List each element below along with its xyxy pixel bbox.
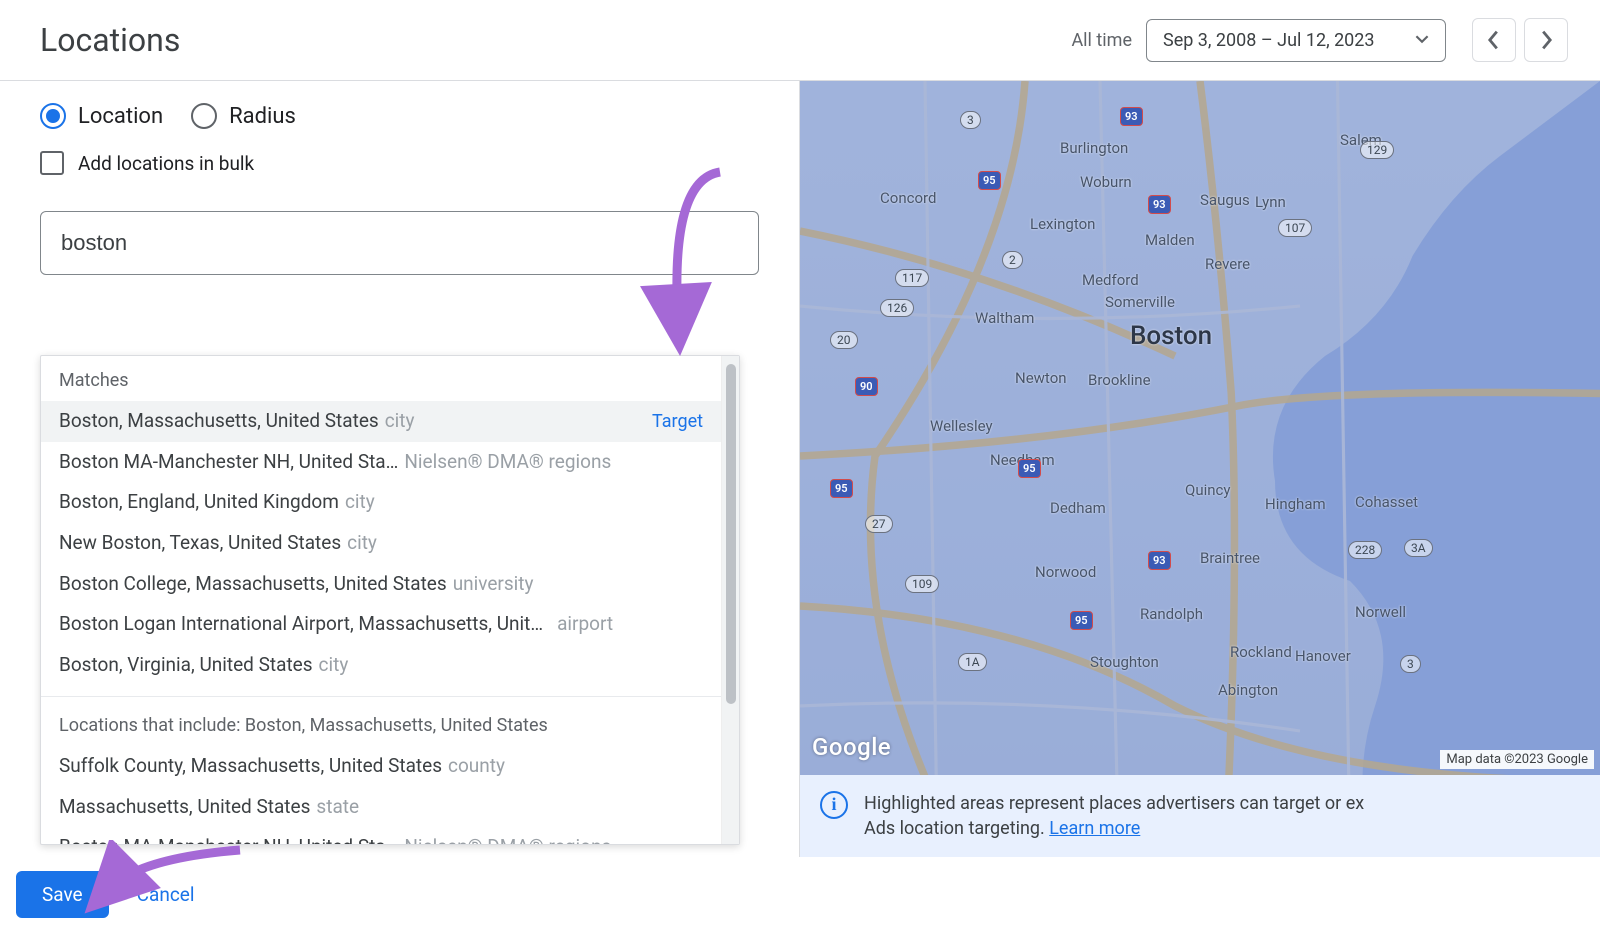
route-shield: 129: [1360, 141, 1394, 159]
route-shield: 95: [830, 479, 853, 498]
google-logo: Google: [812, 733, 891, 761]
location-search-box[interactable]: [40, 211, 759, 275]
route-shield: 2: [1002, 251, 1023, 269]
page-title: Locations: [40, 21, 1071, 59]
map-city-label: Norwell: [1355, 603, 1406, 621]
suggestion-item[interactable]: Boston, Massachusetts, United States cit…: [41, 401, 721, 442]
map-city-label: Lexington: [1030, 215, 1095, 233]
map-city-label: Newton: [1015, 369, 1067, 387]
location-search-input[interactable]: [61, 230, 738, 256]
map-city-label: Rockland: [1230, 643, 1292, 661]
route-shield: 95: [978, 171, 1001, 190]
map-city-label: Abington: [1218, 681, 1278, 699]
info-text: Highlighted areas represent places adver…: [864, 793, 1364, 814]
map-city-label: Hanover: [1295, 647, 1351, 665]
date-range-picker[interactable]: Sep 3, 2008 – Jul 12, 2023: [1146, 19, 1446, 62]
footer: Save Cancel: [0, 857, 1600, 938]
map-city-label: Lynn: [1255, 193, 1286, 211]
dropdown-scrollbar[interactable]: [721, 356, 739, 844]
map-city-label: Revere: [1205, 255, 1250, 273]
map-city-label: Malden: [1145, 231, 1195, 249]
route-shield: 107: [1278, 219, 1312, 237]
radio-radius-label: Radius: [229, 104, 296, 129]
map-city-label: Norwood: [1035, 563, 1096, 581]
route-shield: 93: [1148, 195, 1171, 214]
target-action[interactable]: Target: [652, 410, 703, 433]
date-range-text: Sep 3, 2008 – Jul 12, 2023: [1163, 30, 1375, 51]
map-city-label: Concord: [880, 189, 936, 207]
caret-down-icon: [1415, 30, 1429, 51]
suggestion-item[interactable]: Suffolk County, Massachusetts, United St…: [41, 746, 721, 787]
map-city-label: Randolph: [1140, 605, 1203, 623]
radio-radius[interactable]: Radius: [191, 103, 296, 129]
suggestion-item[interactable]: Boston MA-Manchester NH, United Sta… Nie…: [41, 827, 721, 844]
matches-header: Matches: [41, 356, 721, 401]
bulk-checkbox[interactable]: Add locations in bulk: [40, 151, 759, 175]
suggestion-item[interactable]: Massachusetts, United States state: [41, 787, 721, 828]
includes-header: Locations that include: Boston, Massachu…: [41, 701, 721, 746]
map-attribution: Map data ©2023 Google: [1440, 750, 1594, 769]
map-city-label: Woburn: [1080, 173, 1132, 191]
suggestion-item[interactable]: Boston College, Massachusetts, United St…: [41, 564, 721, 605]
prev-button[interactable]: [1472, 18, 1516, 62]
route-shield: 3: [1400, 655, 1421, 673]
route-shield: 228: [1348, 541, 1382, 559]
map-city-label: Brookline: [1088, 371, 1151, 389]
suggestion-item[interactable]: Boston, Virginia, United States city: [41, 645, 721, 686]
map-label-main: Boston: [1130, 321, 1212, 351]
suggestion-item[interactable]: Boston Logan International Airport, Mass…: [41, 604, 721, 645]
next-button[interactable]: [1524, 18, 1568, 62]
route-shield: 126: [880, 299, 914, 317]
route-shield: 95: [1070, 611, 1093, 630]
suggestion-item[interactable]: New Boston, Texas, United States city: [41, 523, 721, 564]
learn-more-link[interactable]: Learn more: [1049, 818, 1140, 839]
map-city-label: Saugus: [1200, 191, 1250, 209]
route-shield: 1A: [958, 653, 987, 671]
route-shield: 27: [865, 515, 893, 533]
map-city-label: Medford: [1082, 271, 1139, 289]
route-shield: 93: [1120, 107, 1143, 126]
route-shield: 20: [830, 331, 858, 349]
map-city-label: Braintree: [1200, 549, 1260, 567]
route-shield: 90: [855, 377, 878, 396]
map-city-label: Waltham: [975, 309, 1034, 327]
route-shield: 93: [1148, 551, 1171, 570]
suggestion-item[interactable]: Boston MA-Manchester NH, United Sta… Nie…: [41, 442, 721, 483]
map-city-label: Somerville: [1105, 293, 1175, 311]
info-text2: Ads location targeting.: [864, 818, 1049, 839]
radio-location[interactable]: Location: [40, 103, 163, 129]
radio-location-label: Location: [78, 104, 163, 129]
map-city-label: Cohasset: [1355, 493, 1418, 511]
cancel-button[interactable]: Cancel: [137, 883, 195, 906]
map-city-label: Dedham: [1050, 499, 1106, 517]
map-city-label: Quincy: [1185, 481, 1230, 499]
map[interactable]: Boston Burlington Woburn Concord Lexington S…: [800, 81, 1600, 775]
left-pane: Location Radius Add locations in bulk Ma…: [0, 81, 800, 857]
map-city-label: Burlington: [1060, 139, 1128, 157]
map-city-label: Wellesley: [930, 417, 993, 435]
map-city-label: Hingham: [1265, 495, 1326, 513]
header: Locations All time Sep 3, 2008 – Jul 12,…: [0, 0, 1600, 81]
suggestions-dropdown: Matches Boston, Massachusetts, United St…: [40, 355, 740, 845]
save-button[interactable]: Save: [16, 871, 109, 918]
route-shield: 3: [960, 111, 981, 129]
checkbox-icon: [40, 151, 64, 175]
range-label: All time: [1071, 30, 1132, 51]
bulk-label: Add locations in bulk: [78, 152, 254, 175]
map-city-label: Stoughton: [1090, 653, 1159, 671]
info-bar: i Highlighted areas represent places adv…: [800, 775, 1600, 857]
route-shield: 117: [895, 269, 929, 287]
route-shield: 95: [1018, 459, 1041, 478]
route-shield: 109: [905, 575, 939, 593]
route-shield: 3A: [1404, 539, 1433, 557]
suggestion-item[interactable]: Boston, England, United Kingdom city: [41, 482, 721, 523]
right-pane: Boston Burlington Woburn Concord Lexington S…: [800, 81, 1600, 857]
info-icon: i: [820, 791, 848, 819]
